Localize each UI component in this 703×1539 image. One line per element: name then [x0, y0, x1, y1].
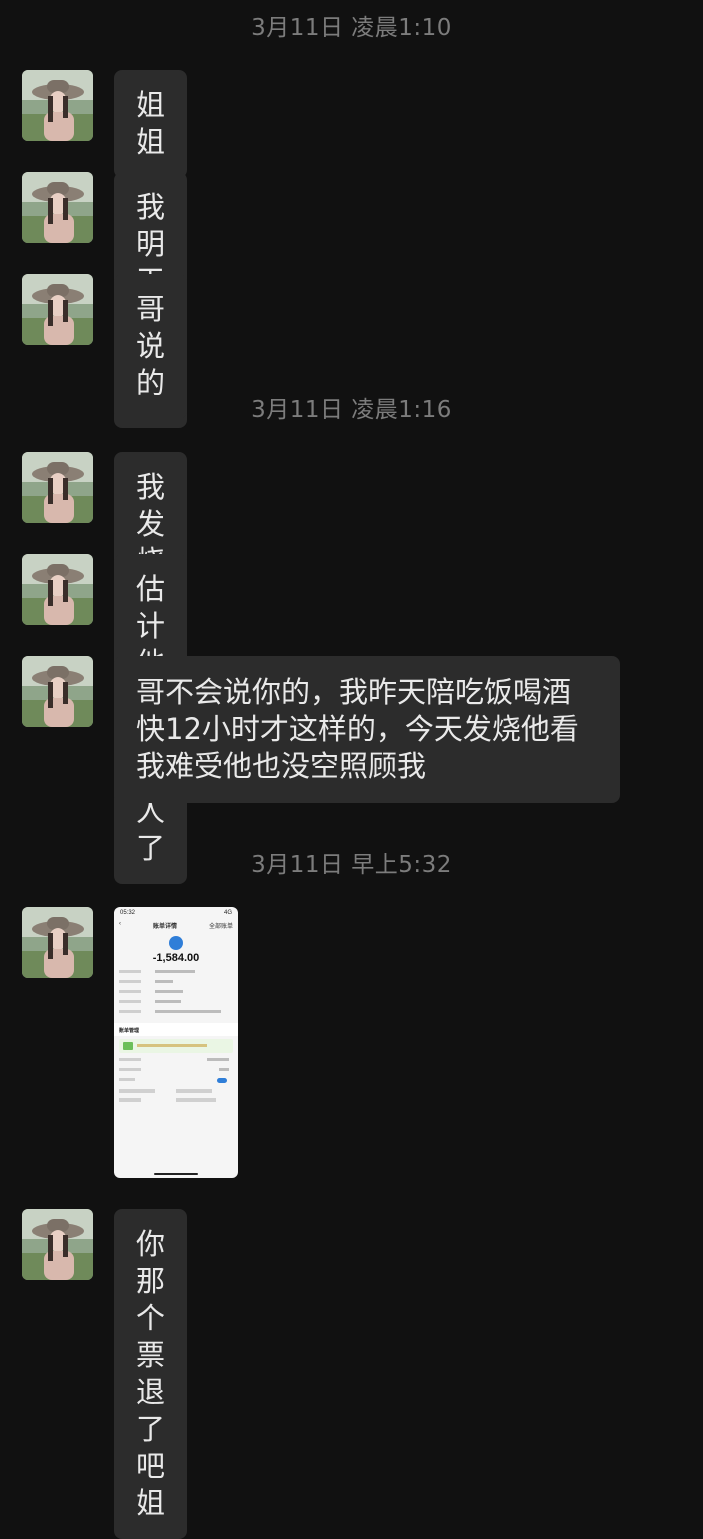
avatar[interactable]	[22, 452, 93, 523]
merchant-logo-icon	[169, 936, 183, 950]
message-bubble[interactable]: 哥不会说你的，我昨天陪吃饭喝酒快12小时才这样的，今天发烧他看我难受他也没空照顾…	[114, 656, 620, 803]
avatar[interactable]	[22, 656, 93, 727]
avatar[interactable]	[22, 1209, 93, 1280]
avatar[interactable]	[22, 172, 93, 243]
thumbnail-section-title: 账单管理	[114, 1023, 238, 1036]
avatar[interactable]	[22, 70, 93, 141]
avatar[interactable]	[22, 554, 93, 625]
thumbnail-action-grid	[114, 1086, 238, 1105]
thumbnail-amount: -1,584.00	[152, 952, 200, 964]
thumbnail-nav-title: 账单详情	[152, 924, 177, 930]
thumbnail-setting-rows	[114, 1056, 238, 1086]
message-bubble[interactable]: 你那个票退了吧姐	[114, 1209, 188, 1539]
message-bubble[interactable]: 姐姐	[114, 70, 188, 178]
thumbnail-status-bar: 05:32 4G	[114, 907, 238, 919]
thumbnail-nav-right: 全部账单	[208, 924, 233, 930]
thumbnail-home-indicator	[154, 1173, 198, 1175]
timestamp: 3月11日 凌晨1:10	[251, 15, 452, 41]
avatar[interactable]	[22, 274, 93, 345]
timestamp: 3月11日 早上5:32	[251, 852, 452, 878]
thumbnail-banner	[119, 1039, 233, 1053]
thumbnail-detail-rows	[114, 968, 238, 1018]
thumbnail-nav: ‹ 账单详情 全部账单	[114, 919, 238, 932]
avatar[interactable]	[22, 907, 93, 978]
thumbnail-status-time: 05:32	[120, 910, 136, 916]
back-icon: ‹	[119, 921, 121, 927]
image-message[interactable]: 05:32 4G ‹ 账单详情 全部账单 -1,584.00 账单管理	[114, 907, 238, 1178]
thumbnail-status-signal: 4G	[223, 910, 232, 916]
timestamp: 3月11日 凌晨1:16	[251, 397, 452, 423]
